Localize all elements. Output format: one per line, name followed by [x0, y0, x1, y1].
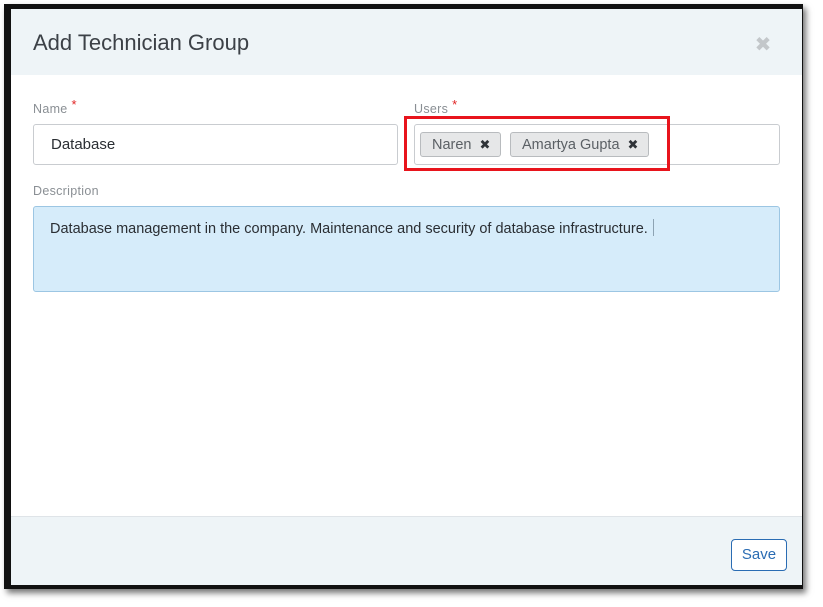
remove-tag-icon[interactable]: ✖: [480, 133, 491, 156]
name-label-text: Name: [33, 102, 68, 116]
description-field[interactable]: Database management in the company. Main…: [33, 206, 780, 292]
close-icon[interactable]: ✖: [751, 33, 775, 57]
dialog-header: Add Technician Group ✖: [11, 9, 802, 75]
description-text: Database management in the company. Main…: [50, 221, 648, 237]
dialog-title: Add Technician Group: [33, 30, 250, 55]
required-marker: *: [71, 97, 77, 112]
users-label-text: Users: [414, 102, 449, 116]
name-field[interactable]: Database: [33, 124, 398, 165]
user-tag-label: Naren: [432, 137, 472, 153]
users-label: Users *: [414, 97, 458, 116]
required-marker: *: [452, 97, 458, 112]
users-field[interactable]: Naren ✖ Amartya Gupta ✖: [414, 124, 780, 165]
user-tag-amartya-gupta: Amartya Gupta ✖: [510, 132, 650, 157]
description-label: Description: [33, 184, 99, 198]
remove-tag-icon[interactable]: ✖: [628, 133, 639, 156]
add-technician-group-dialog: Add Technician Group ✖ Name * Database Us…: [11, 9, 802, 585]
user-tag-naren: Naren ✖: [420, 132, 502, 157]
name-label: Name *: [33, 97, 77, 116]
text-caret: [652, 219, 654, 236]
save-button[interactable]: Save: [731, 539, 787, 571]
dialog-footer: Save: [11, 516, 802, 585]
user-tag-label: Amartya Gupta: [522, 137, 620, 153]
